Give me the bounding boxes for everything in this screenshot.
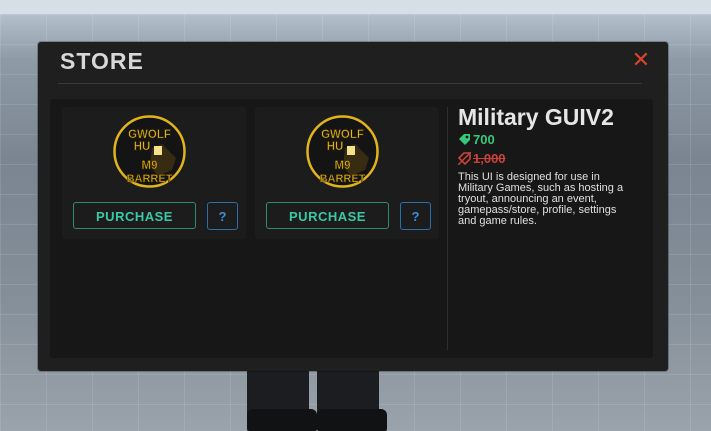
logo-line: GWOLF: [128, 129, 171, 141]
item-name: Military GUIV2: [458, 104, 614, 130]
detail-divider: [447, 107, 448, 350]
sky: [0, 0, 711, 14]
robux-tag-icon: [458, 151, 471, 165]
item-detail-panel: Military GUIV2 700 1,000 This UI is desi…: [458, 104, 648, 227]
store-title: STORE: [60, 48, 144, 74]
store-content: GWOLF HU M9 BARRET PURCHASE ? GWOLF HU M…: [50, 99, 653, 358]
purchase-button[interactable]: PURCHASE: [73, 202, 196, 229]
logo-line: M9: [142, 160, 158, 172]
description-line: and game rules.: [458, 215, 537, 227]
logo-line: M9: [335, 160, 351, 172]
avatar-left-boot: [247, 409, 317, 431]
old-price-row: 1,000: [458, 149, 648, 167]
item-card[interactable]: GWOLF HU M9 BARRET PURCHASE ?: [255, 107, 439, 239]
item-card[interactable]: GWOLF HU M9 BARRET PURCHASE ?: [62, 107, 246, 239]
store-window: STORE ✕ GWOLF HU M9 BARRET PURCHASE ? GW…: [38, 42, 668, 371]
help-button[interactable]: ?: [400, 202, 431, 230]
close-icon[interactable]: ✕: [630, 50, 652, 72]
title-divider: [58, 83, 642, 84]
price-row: 700: [458, 131, 648, 147]
logo-line: BARRET: [127, 173, 173, 185]
item-description: This UI is designed for use in Military …: [458, 172, 648, 227]
gamepass-logo: GWOLF HU M9 BARRET: [113, 115, 186, 188]
item-price: 700: [473, 131, 495, 147]
logo-line: BARRET: [320, 173, 366, 185]
gamepass-logo: GWOLF HU M9 BARRET: [306, 115, 379, 188]
help-button[interactable]: ?: [207, 202, 238, 230]
logo-line: GWOLF: [321, 129, 364, 141]
logo-line: HU: [327, 141, 344, 153]
purchase-button[interactable]: PURCHASE: [266, 202, 389, 229]
avatar-right-boot: [317, 409, 387, 431]
item-old-price: 1,000: [473, 150, 506, 166]
logo-line: HU: [134, 141, 151, 153]
gem-tag-icon: [459, 133, 470, 145]
